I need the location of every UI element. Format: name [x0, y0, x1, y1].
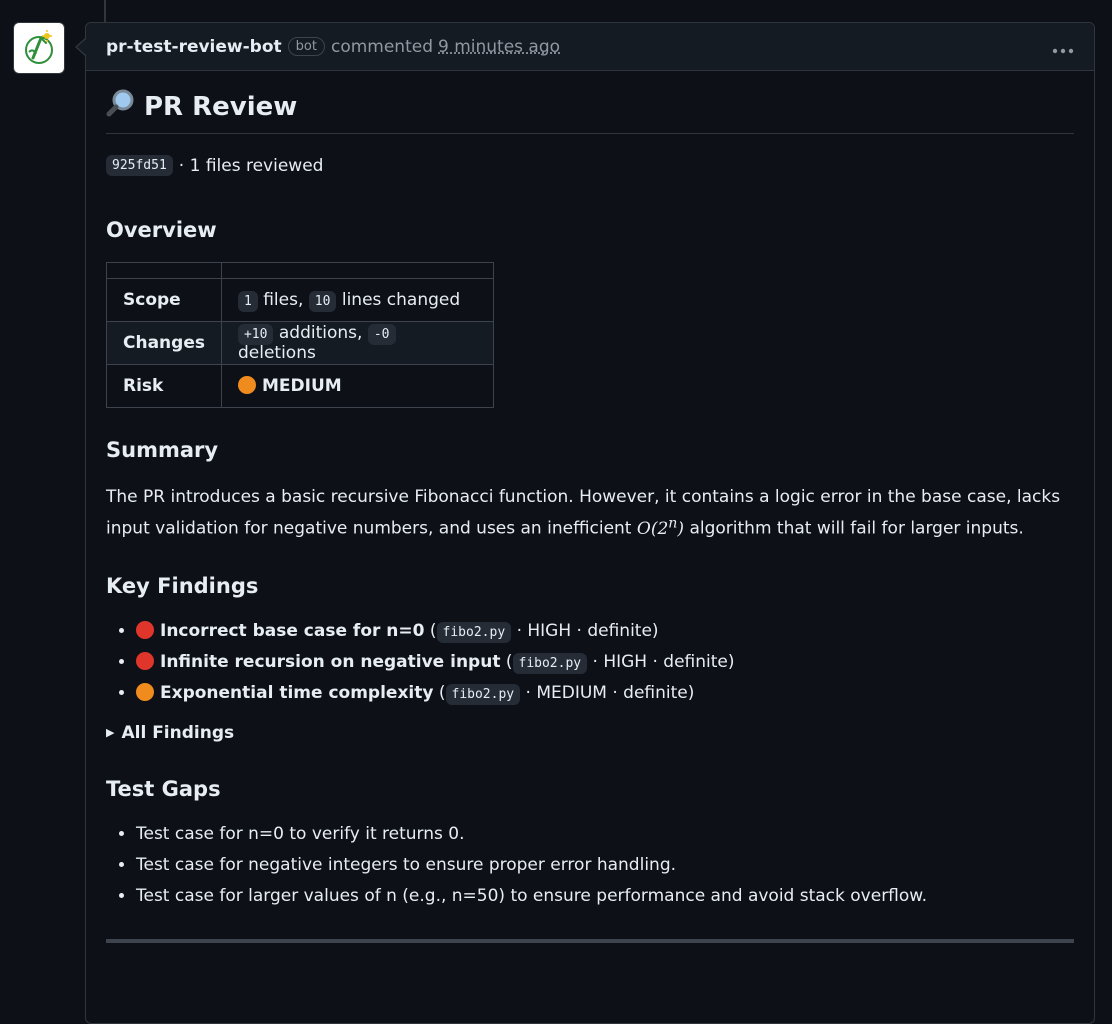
- finding-title: Exponential time complexity: [160, 682, 434, 703]
- scope-lines-count: 10: [308, 291, 337, 312]
- comment-box: pr-test-review-bot bot commented 9 minut…: [85, 22, 1095, 1024]
- review-title-text: PR Review: [144, 91, 298, 122]
- additions-text: additions,: [278, 323, 363, 343]
- finding-title: Incorrect base case for n=0: [160, 620, 425, 641]
- finding-meta: · MEDIUM · definite): [525, 682, 695, 703]
- scope-value: 1 files, 10 lines changed: [220, 278, 494, 322]
- section-divider: [106, 938, 1074, 943]
- table-row-changes: Changes +10 additions, -0 deletions: [106, 321, 494, 365]
- overview-heading: Overview: [106, 218, 217, 242]
- orange-circle-icon: [237, 376, 256, 394]
- files-reviewed-text: · 1 files reviewed: [178, 155, 324, 176]
- test-gaps-heading: Test Gaps: [106, 776, 221, 801]
- complexity-formula: O(2n): [636, 515, 685, 539]
- scope-label: Scope: [106, 278, 222, 322]
- kebab-horizontal-icon[interactable]: [1052, 35, 1074, 59]
- all-findings-label: All Findings: [121, 722, 235, 743]
- comment-header: pr-test-review-bot bot commented 9 minut…: [86, 23, 1094, 71]
- finding-meta: · HIGH · definite): [516, 620, 659, 641]
- finding-title: Infinite recursion on negative input: [160, 651, 501, 672]
- finding-paren: (: [438, 682, 446, 703]
- red-circle-icon: [136, 651, 154, 670]
- deletions-text: deletions: [237, 343, 316, 363]
- changes-value: +10 additions, -0 deletions: [220, 321, 494, 365]
- timeline-line: [104, 0, 106, 22]
- summary-heading: Summary: [106, 438, 219, 462]
- scope-files-count: 1: [237, 291, 258, 312]
- list-item: Incorrect base case for n=0 (fibo2.py · …: [136, 616, 1074, 647]
- risk-label: Risk: [106, 364, 222, 408]
- table-header-row: [106, 262, 494, 279]
- review-title: PR Review: [106, 89, 1074, 134]
- orange-circle-icon: [136, 682, 154, 701]
- risk-value: MEDIUM: [220, 364, 494, 408]
- finding-file: fibo2.py: [512, 652, 588, 674]
- bot-badge: bot: [287, 37, 325, 56]
- finding-file: fibo2.py: [445, 683, 521, 705]
- additions-count: +10: [237, 324, 274, 345]
- comment-action: commented: [330, 36, 433, 57]
- commit-sha[interactable]: 925fd51: [106, 155, 173, 176]
- list-item: Exponential time complexity (fibo2.py · …: [136, 678, 1074, 709]
- list-item: Test case for n=0 to verify it returns 0…: [136, 819, 1074, 850]
- author-link[interactable]: pr-test-review-bot: [106, 37, 282, 57]
- formula-base: O(2: [636, 518, 669, 539]
- summary-text-after: algorithm that will fail for larger inpu…: [689, 518, 1024, 539]
- table-row-scope: Scope 1 files, 10 lines changed: [106, 278, 494, 322]
- finding-paren: (: [429, 620, 437, 641]
- overview-table: Scope 1 files, 10 lines changed Changes …: [106, 262, 494, 408]
- key-findings-heading: Key Findings: [106, 573, 259, 598]
- list-item: Infinite recursion on negative input (fi…: [136, 647, 1074, 678]
- summary-text: The PR introduces a basic recursive Fibo…: [106, 484, 1074, 542]
- finding-paren: (: [505, 651, 513, 672]
- list-item: Test case for negative integers to ensur…: [136, 850, 1074, 881]
- finding-meta: · HIGH · definite): [592, 651, 735, 672]
- scope-files-text: files,: [263, 290, 304, 310]
- formula-close: ): [677, 518, 685, 539]
- all-findings-toggle[interactable]: ▶ All Findings: [106, 723, 1074, 743]
- red-circle-icon: [136, 620, 154, 639]
- test-gaps-list: Test case for n=0 to verify it returns 0…: [106, 819, 1074, 912]
- comment-caret-inner: [77, 39, 86, 55]
- magnifying-glass-icon: [106, 89, 136, 124]
- risk-level: MEDIUM: [261, 376, 342, 396]
- list-item: Test case for larger values of n (e.g., …: [136, 881, 1074, 912]
- scope-lines-text: lines changed: [341, 290, 461, 310]
- comment-timestamp[interactable]: 9 minutes ago: [438, 37, 560, 57]
- deletions-count: -0: [367, 324, 396, 345]
- key-findings-list: Incorrect base case for n=0 (fibo2.py · …: [106, 616, 1074, 709]
- changes-label: Changes: [106, 321, 222, 365]
- finding-file: fibo2.py: [436, 621, 512, 643]
- comment-body: PR Review 925fd51 · 1 files reviewed Ove…: [86, 71, 1094, 943]
- review-meta: 925fd51 · 1 files reviewed: [106, 155, 1074, 176]
- bot-avatar-icon[interactable]: [13, 22, 65, 74]
- table-row-risk: Risk MEDIUM: [106, 364, 494, 408]
- triangle-right-icon: ▶: [106, 726, 115, 740]
